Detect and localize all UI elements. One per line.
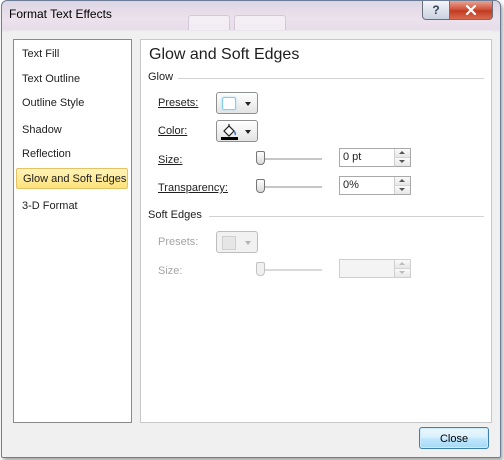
glow-section-heading: Glow [148,71,174,83]
glow-transparency-label: Transparency: [158,182,228,194]
soft-edges-presets-label: Presets: [158,236,199,248]
close-button[interactable]: Close [419,427,489,449]
help-button[interactable]: ? [422,1,450,20]
spinner-arrows-icon [394,260,410,277]
glow-transparency-spinner[interactable]: 0% [339,176,411,195]
question-icon: ? [432,3,440,17]
spin-down-button[interactable] [395,186,410,194]
spin-down-button[interactable] [395,269,410,277]
spin-up-button[interactable] [395,177,410,186]
soft-edges-size-slider[interactable] [256,262,265,276]
glow-size-spinner[interactable]: 0 pt [339,148,411,167]
category-item-3d-format[interactable]: 3-D Format [16,196,128,217]
category-item-shadow[interactable]: Shadow [16,120,128,141]
arrow-up-icon [399,151,405,154]
glow-transparency-value: 0% [343,179,359,191]
glow-presets-label: Presets: [158,97,198,109]
arrow-down-icon [399,271,405,274]
dialog-client-area: Text Fill Text Outline Outline Style Sha… [10,31,492,449]
window-close-button[interactable] [449,1,493,20]
soft-edges-size-slider-track [258,269,322,272]
arrow-up-icon [399,179,405,182]
title-bar[interactable]: Format Text Effects ? [2,1,500,30]
arrow-down-icon [399,160,405,163]
glow-preset-icon [222,97,236,110]
spin-up-button[interactable] [395,149,410,158]
glow-divider [178,78,484,79]
spin-down-button[interactable] [395,158,410,166]
glow-color-label-text: Color: [158,125,188,137]
arrow-up-icon [399,262,405,265]
panel-title: Glow and Soft Edges [149,46,300,63]
glow-presets-label-text: Presets: [158,97,199,109]
close-icon [465,5,477,15]
category-list: Text Fill Text Outline Outline Style Sha… [13,39,132,423]
chevron-down-icon [245,130,251,134]
window-title: Format Text Effects [9,7,112,21]
category-item-text-fill[interactable]: Text Fill [16,44,128,65]
spinner-arrows-icon [394,149,410,166]
spin-up-button[interactable] [395,260,410,269]
category-item-outline-style[interactable]: Outline Style [16,93,128,114]
glow-transparency-slider-track [258,186,322,189]
soft-edges-size-label: Size: [158,265,183,277]
settings-panel: Glow and Soft Edges Glow Presets: Color: [140,39,492,423]
glow-size-label-text: Size: [158,154,183,166]
glow-size-slider[interactable] [256,151,265,165]
soft-edges-section-heading: Soft Edges [148,209,202,221]
soft-edges-size-spinner[interactable] [339,259,411,278]
glow-color-label: Color: [158,125,187,137]
soft-edges-divider [209,216,484,217]
spinner-arrows-icon [394,177,410,194]
soft-edge-preset-icon [222,236,236,250]
glow-size-slider-track [258,158,322,161]
chevron-down-icon [245,241,251,245]
soft-edges-presets-dropdown[interactable] [216,231,258,253]
background-tab [188,15,230,30]
category-item-text-outline[interactable]: Text Outline [16,69,128,90]
glow-color-dropdown[interactable] [216,120,258,142]
paint-bucket-icon [221,124,238,140]
chevron-down-icon [245,102,251,106]
background-tab [234,15,286,30]
arrow-down-icon [399,188,405,191]
glow-transparency-slider[interactable] [256,179,265,193]
category-item-glow-and-soft-edges[interactable]: Glow and Soft Edges [16,168,128,189]
glow-size-value: 0 pt [343,151,362,163]
glow-size-label: Size: [158,154,182,166]
glow-transparency-label-text: Transparency: [158,182,228,194]
background-ribbon-tabs [188,15,288,30]
glow-presets-dropdown[interactable] [216,92,258,114]
category-item-reflection[interactable]: Reflection [16,144,128,165]
format-text-effects-dialog: Format Text Effects ? Text Fill Text Out… [1,0,501,458]
